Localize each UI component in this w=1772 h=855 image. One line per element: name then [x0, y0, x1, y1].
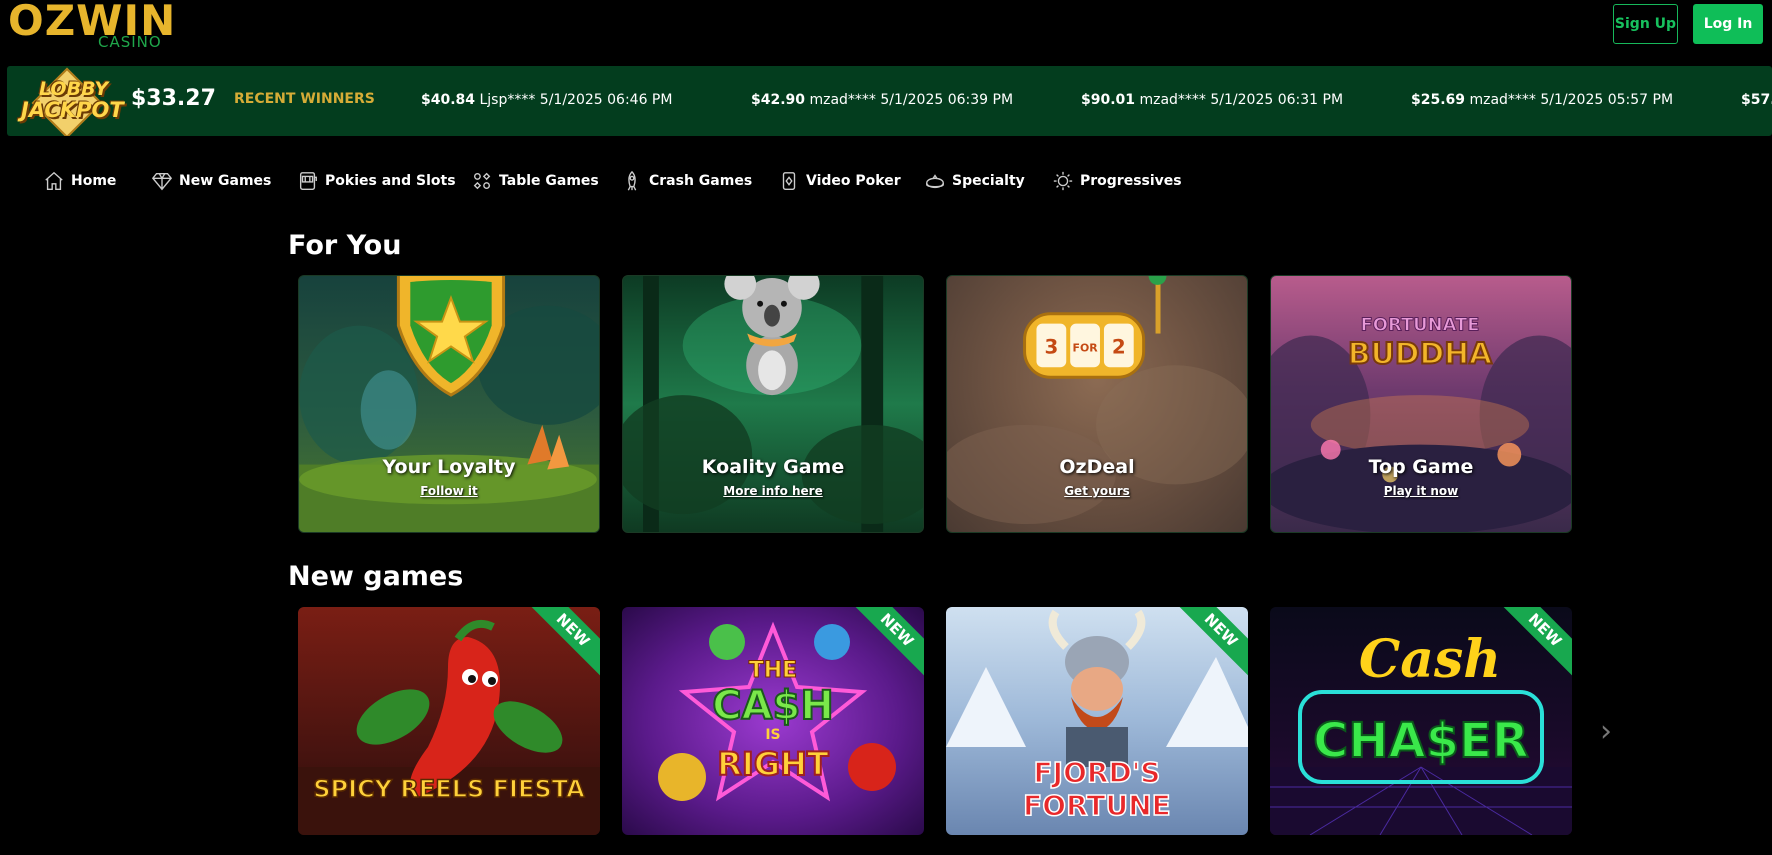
winner-entry: $42.90 mzad**** 5/1/2025 06:39 PM — [751, 92, 1014, 108]
slot-machine-icon — [299, 172, 317, 190]
card-link[interactable]: Follow it — [299, 484, 599, 498]
cards-icon — [473, 172, 491, 190]
winner-entry: $57.3 — [1741, 92, 1772, 108]
winner-entry: $90.01 mzad**** 5/1/2025 06:31 PM — [1081, 92, 1344, 108]
carousel-next-chevron-icon[interactable]: › — [1600, 714, 1612, 749]
game-logo-line: FJORD'S — [1034, 756, 1161, 789]
new-badge: NEW — [522, 607, 600, 685]
diamond-icon — [151, 172, 173, 191]
specialty-icon — [926, 174, 944, 189]
sign-up-button[interactable]: Sign Up — [1613, 4, 1678, 44]
rocket-icon — [627, 170, 637, 191]
for-you-card-ozdeal[interactable]: 3 FOR 2 OzDeal Get yours — [946, 275, 1248, 533]
nav-item-pokies-and-slots[interactable]: Pokies and Slots — [297, 165, 456, 197]
nav-item-specialty[interactable]: Specialty — [924, 165, 1025, 197]
reel-symbol-middle: FOR — [1073, 341, 1099, 354]
video-poker-icon — [782, 172, 796, 190]
card-link[interactable]: Get yours — [947, 484, 1247, 498]
card-title: Koality Game — [701, 456, 845, 478]
card-link[interactable]: Play it now — [1271, 484, 1571, 498]
winner-entry: $40.84 Ljsp**** 5/1/2025 06:46 PM — [421, 92, 673, 108]
for-you-card-top-game[interactable]: FORTUNATE BUDDHA Top Game Play it now — [1270, 275, 1572, 533]
nav-item-crash-games[interactable]: Crash Games — [621, 165, 752, 197]
new-games-heading: New games — [288, 561, 464, 592]
top-game-logo-line2: BUDDHA — [1348, 336, 1492, 371]
new-badge: NEW — [1170, 607, 1248, 685]
card-title: Top Game — [1368, 456, 1474, 478]
log-in-button[interactable]: Log In — [1693, 4, 1763, 44]
card-link[interactable]: More info here — [623, 484, 923, 498]
nav-item-video-poker[interactable]: Video Poker — [778, 165, 901, 197]
lobby-jackpot-logo: LOBBY JACKPOT — [17, 67, 127, 136]
jackpot-logo-line2: JACKPOT — [21, 98, 124, 122]
nav-item-home[interactable]: Home — [43, 165, 116, 197]
game-tile-fjords-fortune[interactable]: FJORD'S FORTUNE NEW — [946, 607, 1248, 835]
progressives-icon — [1053, 171, 1073, 191]
card-title: OzDeal — [1059, 456, 1135, 478]
logo-subtext: CASINO — [98, 33, 162, 51]
reel-symbol-left: 3 — [1044, 335, 1058, 358]
new-badge: NEW — [846, 607, 924, 685]
ozwin-logo[interactable]: OZWIN CASINO — [8, 0, 175, 52]
game-logo-line: THE — [749, 658, 797, 683]
game-tile-spicy-reels-fiesta[interactable]: SPICY REELS FIESTA NEW — [298, 607, 600, 835]
winners-ticker: LOBBY JACKPOT $33.27 RECENT WINNERS $40.… — [7, 66, 1772, 136]
reel-symbol-right: 2 — [1112, 335, 1126, 358]
game-logo-line: Cash — [1359, 629, 1501, 690]
top-game-logo-line1: FORTUNATE — [1361, 315, 1480, 336]
game-logo-line: FORTUNE — [1023, 789, 1171, 822]
jackpot-amount: $33.27 — [131, 86, 216, 111]
new-badge: NEW — [1494, 607, 1572, 685]
game-logo-line: CHA$ER — [1313, 713, 1529, 769]
game-tile-the-cash-is-right[interactable]: THE CA$H IS RIGHT NEW — [622, 607, 924, 835]
card-title: Your Loyalty — [382, 456, 516, 478]
game-tile-cash-chaser[interactable]: Cash CHA$ER NEW — [1270, 607, 1572, 835]
nav-item-new-games[interactable]: New Games — [151, 165, 271, 197]
winner-entry: $25.69 mzad**** 5/1/2025 05:57 PM — [1411, 92, 1674, 108]
nav-item-table-games[interactable]: Table Games — [471, 165, 599, 197]
category-nav: Home New Games Pokies and Slots Table Ga… — [0, 165, 1772, 197]
for-you-card-koality[interactable]: Koality Game More info here — [622, 275, 924, 533]
game-logo-line: CA$H — [712, 683, 834, 729]
jackpot-logo-line1: LOBBY — [39, 78, 109, 100]
for-you-card-loyalty[interactable]: Your Loyalty Follow it — [298, 275, 600, 533]
home-icon — [45, 171, 63, 190]
header: OZWIN CASINO Sign Up Log In — [0, 0, 1772, 62]
game-logo-text: SPICY REELS FIESTA — [313, 775, 585, 803]
recent-winners-label: RECENT WINNERS — [234, 91, 375, 107]
game-logo-line: RIGHT — [717, 745, 829, 783]
nav-item-progressives[interactable]: Progressives — [1052, 165, 1182, 197]
for-you-heading: For You — [288, 230, 402, 261]
game-logo-line: IS — [765, 727, 780, 743]
